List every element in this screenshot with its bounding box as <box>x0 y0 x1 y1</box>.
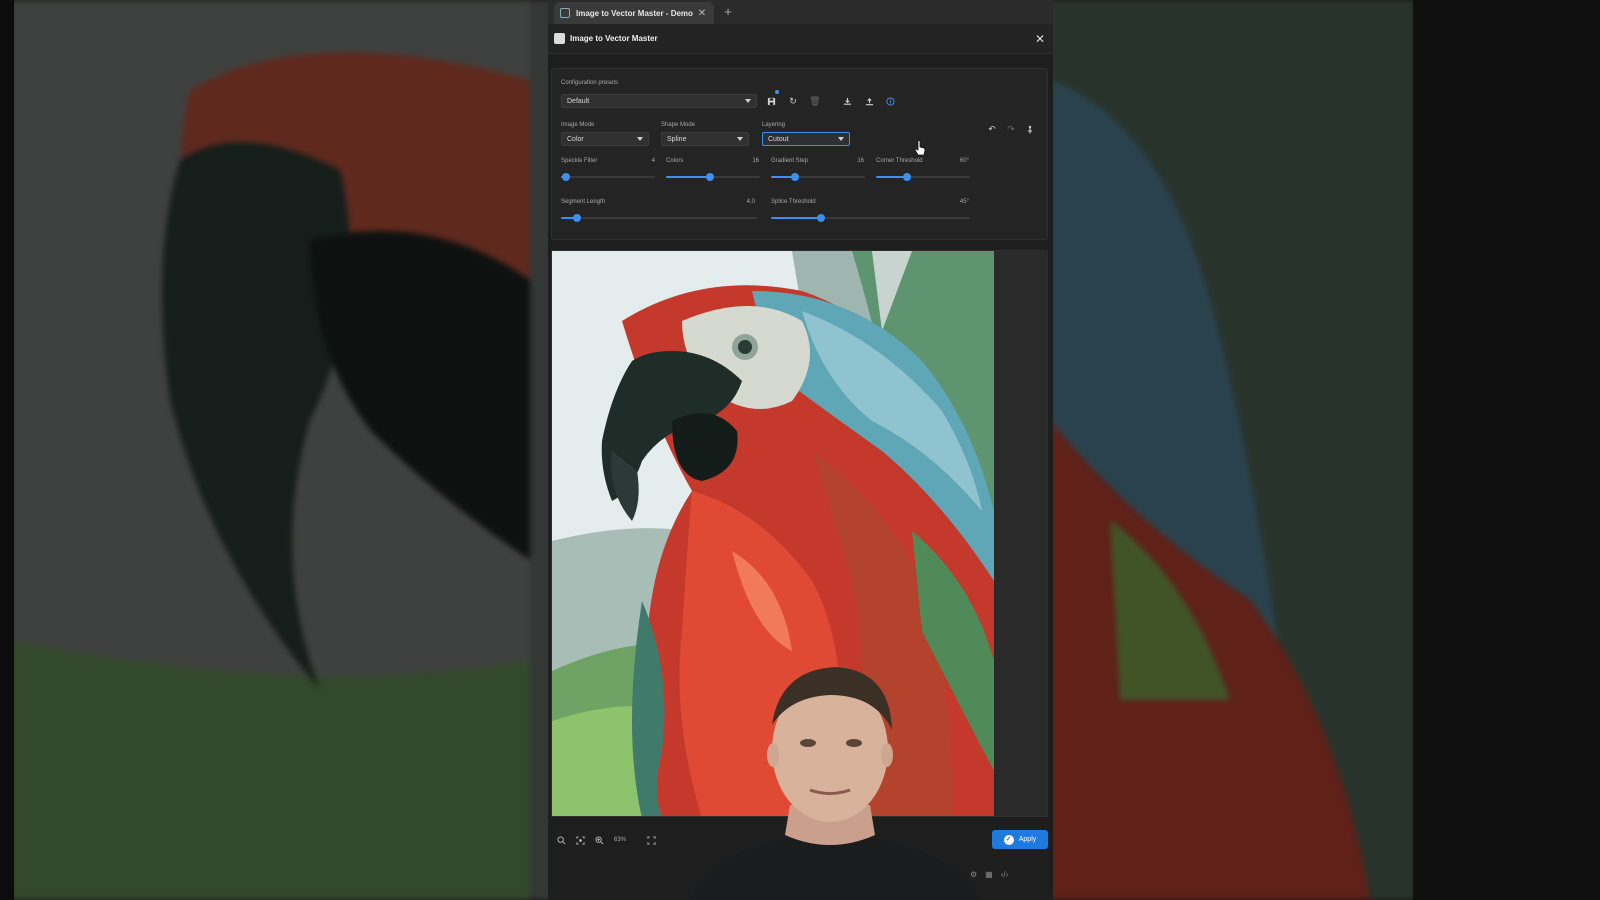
redo-icon: ↷ <box>1007 123 1015 134</box>
colors-slider[interactable] <box>666 173 760 181</box>
info-icon <box>885 96 895 106</box>
save-preset-button[interactable] <box>764 94 778 108</box>
chevron-down-icon <box>745 99 751 103</box>
dialog-close-icon[interactable]: ✕ <box>1033 32 1047 46</box>
image-mode-select[interactable]: Color <box>561 132 649 146</box>
gradient-step-value: 16 <box>857 158 864 164</box>
chevron-down-icon <box>838 137 844 141</box>
undo-button[interactable]: ↶ <box>985 122 999 136</box>
splice-threshold-label: Splice Threshold <box>771 199 816 205</box>
zoom-out-icon <box>556 835 565 844</box>
presets-value: Default <box>567 97 590 105</box>
zoom-level: 63% <box>614 837 627 843</box>
info-button[interactable] <box>883 94 897 108</box>
colors-label: Colors <box>666 158 684 164</box>
hand-cursor-icon <box>914 140 926 156</box>
dialog-titlebar: Image to Vector Master ✕ <box>548 24 1053 54</box>
shape-mode-value: Spline <box>667 135 687 143</box>
settings-panel: Configuration presets Default ↻ 🗑 Image … <box>551 68 1048 240</box>
segment-length-label: Segment Length <box>561 199 606 205</box>
unsaved-indicator <box>775 90 779 94</box>
refresh-icon: ↻ <box>789 95 797 106</box>
slider-handle[interactable] <box>706 173 715 181</box>
shape-mode-label: Shape Mode <box>661 122 696 128</box>
speckle-filter-label: Speckle Filter <box>561 158 598 164</box>
app-icon <box>554 33 565 44</box>
code-icon[interactable]: ‹/› <box>1001 870 1009 879</box>
splice-threshold-slider[interactable] <box>771 214 970 222</box>
slider-handle[interactable] <box>572 214 581 222</box>
zoom-out-button[interactable] <box>554 833 568 847</box>
splice-threshold-value: 45° <box>959 199 969 205</box>
pin-icon <box>1028 125 1032 133</box>
check-icon: ✓ <box>1003 834 1014 845</box>
layering-select[interactable]: Cutout <box>762 132 850 146</box>
fit-to-screen-button[interactable] <box>573 833 587 847</box>
fit-icon <box>575 835 585 845</box>
corner-threshold-slider[interactable] <box>876 173 970 181</box>
fullscreen-button[interactable] <box>644 833 658 847</box>
reset-preset-button[interactable]: ↻ <box>786 94 800 108</box>
speckle-filter-slider[interactable] <box>561 173 655 181</box>
chevron-down-icon <box>637 137 643 141</box>
zoom-in-icon <box>594 835 603 844</box>
apply-button[interactable]: ✓ Apply <box>992 830 1048 849</box>
delete-preset-button[interactable]: 🗑 <box>808 94 822 108</box>
fullscreen-icon <box>646 835 656 845</box>
corner-threshold-label: Corner Threshold <box>876 158 923 164</box>
trash-icon: 🗑 <box>809 95 821 106</box>
undo-icon: ↶ <box>988 123 996 134</box>
new-tab-button[interactable]: + <box>720 4 736 20</box>
colors-value: 16 <box>752 158 759 164</box>
chevron-down-icon <box>737 137 743 141</box>
tab-bar: Image to Vector Master - Demo ✕ + <box>548 0 1053 24</box>
zoom-in-button[interactable] <box>592 833 606 847</box>
webcam-overlay <box>690 667 980 900</box>
corner-threshold-value: 60° <box>959 158 969 164</box>
slider-handle[interactable] <box>903 173 912 181</box>
gradient-step-slider[interactable] <box>771 173 865 181</box>
presets-select[interactable]: Default <box>561 94 757 108</box>
dialog-title: Image to Vector Master <box>570 34 658 43</box>
layering-label: Layering <box>762 122 786 128</box>
tab-favicon-icon <box>560 8 570 18</box>
apply-label: Apply <box>1018 836 1037 843</box>
download-icon <box>843 97 851 105</box>
tab-close-icon[interactable]: ✕ <box>696 8 708 19</box>
pin-button[interactable] <box>1023 122 1037 136</box>
upload-icon <box>865 97 873 105</box>
image-mode-label: Image Mode <box>561 122 595 128</box>
shape-mode-select[interactable]: Spline <box>661 132 749 146</box>
presets-label: Configuration presets <box>561 80 619 86</box>
tab-title: Image to Vector Master - Demo <box>576 8 693 18</box>
import-preset-button[interactable] <box>840 94 854 108</box>
segment-length-slider[interactable] <box>561 214 757 222</box>
gradient-step-label: Gradient Step <box>771 158 809 164</box>
slider-handle[interactable] <box>561 173 570 181</box>
save-icon <box>767 97 775 105</box>
redo-button[interactable]: ↷ <box>1004 122 1018 136</box>
export-preset-button[interactable] <box>862 94 876 108</box>
image-mode-value: Color <box>567 135 584 143</box>
slider-handle[interactable] <box>790 173 799 181</box>
browser-tab[interactable]: Image to Vector Master - Demo ✕ <box>554 2 714 24</box>
segment-length-value: 4.0 <box>746 199 755 205</box>
layering-value: Cutout <box>768 135 789 143</box>
speckle-filter-value: 4 <box>651 158 655 164</box>
slider-handle[interactable] <box>816 214 825 222</box>
